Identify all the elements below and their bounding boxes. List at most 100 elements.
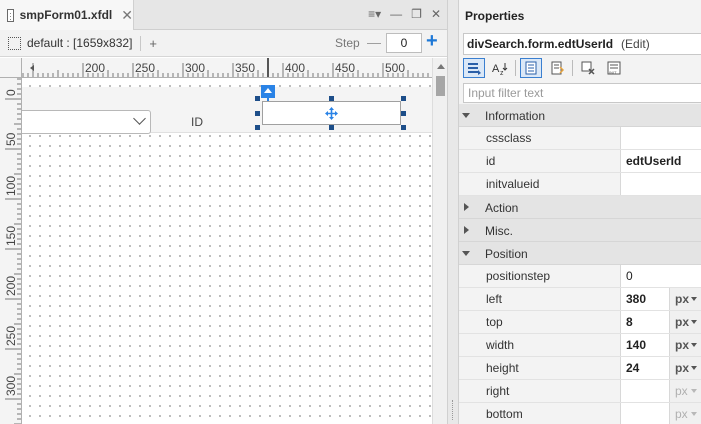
selected-object-box: divSearch.form.edtUserId (Edit) bbox=[463, 33, 701, 55]
ruler-label: 200 bbox=[4, 276, 18, 296]
ruler-label: 50 bbox=[4, 132, 18, 146]
ruler-label: 150 bbox=[4, 226, 18, 246]
property-row-top[interactable]: top 8 px bbox=[459, 311, 701, 334]
properties-panel: Properties divSearch.form.edtUserId (Edi… bbox=[459, 0, 701, 424]
combo-component[interactable] bbox=[22, 110, 151, 134]
property-value-text: 24 bbox=[626, 361, 640, 375]
property-value-text: 140 bbox=[626, 338, 647, 352]
property-row-height[interactable]: height 24 px bbox=[459, 357, 701, 380]
events-icon[interactable] bbox=[546, 58, 568, 78]
minimize-icon[interactable]: — bbox=[390, 7, 402, 21]
property-row-positionstep[interactable]: positionstep 0 bbox=[459, 265, 701, 288]
resize-handle-top[interactable] bbox=[329, 96, 334, 101]
property-filter-input[interactable]: Input filter text bbox=[463, 83, 701, 103]
init-values-icon[interactable]: INIT bbox=[603, 58, 625, 78]
add-layout-button[interactable]: + bbox=[149, 36, 157, 51]
resize-handle-bottom-right[interactable] bbox=[401, 125, 406, 130]
layout-selector[interactable]: default : [1659x832] bbox=[27, 36, 132, 50]
property-row-right[interactable]: right px bbox=[459, 380, 701, 403]
property-name: positionstep bbox=[459, 265, 621, 287]
category-information[interactable]: Information bbox=[459, 104, 701, 127]
panel-splitter[interactable] bbox=[447, 0, 459, 424]
category-action[interactable]: Action bbox=[459, 196, 701, 219]
scroll-up-icon[interactable] bbox=[437, 64, 445, 69]
categorized-view-icon[interactable] bbox=[463, 58, 485, 78]
property-name: cssclass bbox=[459, 127, 621, 149]
property-value-height[interactable]: 24 px bbox=[621, 357, 701, 379]
anchor-handle-icon[interactable] bbox=[261, 85, 275, 98]
close-icon[interactable]: ✕ bbox=[121, 8, 133, 22]
tab-list-icon[interactable]: ≡▾ bbox=[368, 7, 381, 21]
property-name: left bbox=[459, 288, 621, 310]
property-row-left[interactable]: left 380 px bbox=[459, 288, 701, 311]
selected-object-mode: (Edit) bbox=[621, 37, 650, 51]
unit-select[interactable]: px bbox=[669, 357, 701, 379]
property-name: height bbox=[459, 357, 621, 379]
toolbar-divider bbox=[140, 35, 142, 51]
property-value-text: 8 bbox=[626, 315, 633, 329]
property-row-width[interactable]: width 140 px bbox=[459, 334, 701, 357]
svg-text:A: A bbox=[492, 63, 500, 75]
property-name: initvalueid bbox=[459, 173, 621, 195]
property-value-left[interactable]: 380 px bbox=[621, 288, 701, 310]
resize-handle-bottom-left[interactable] bbox=[255, 125, 260, 130]
property-row-initvalueid[interactable]: initvalueid bbox=[459, 173, 701, 196]
property-value-bottom[interactable]: px bbox=[621, 403, 701, 424]
step-decrease-button[interactable]: — bbox=[367, 34, 381, 50]
property-grid: Information cssclass id edtUserId initva… bbox=[459, 104, 701, 424]
move-icon[interactable] bbox=[325, 107, 338, 120]
expand-arrow-icon[interactable] bbox=[462, 251, 470, 256]
resize-handle-top-right[interactable] bbox=[401, 96, 406, 101]
svg-text:INIT: INIT bbox=[609, 70, 617, 75]
svg-text:z: z bbox=[500, 70, 504, 75]
property-value-initvalueid[interactable] bbox=[621, 173, 701, 195]
collapse-arrow-icon[interactable] bbox=[464, 203, 469, 211]
anchor-connector bbox=[267, 98, 269, 101]
alphabetical-sort-icon[interactable]: Az bbox=[489, 58, 511, 78]
id-static-label[interactable]: ID bbox=[191, 115, 203, 129]
chevron-down-icon[interactable] bbox=[133, 112, 146, 125]
properties-title: Properties bbox=[465, 9, 525, 23]
canvas-scrollbar[interactable] bbox=[432, 58, 447, 424]
unit-select: px bbox=[669, 403, 701, 424]
step-label: Step bbox=[335, 36, 360, 50]
property-pages-icon[interactable] bbox=[520, 58, 542, 78]
vertical-ruler: 0 50 100 150 200 250 300 bbox=[0, 78, 22, 424]
unit-select[interactable]: px bbox=[669, 311, 701, 333]
unit-select[interactable]: px bbox=[669, 288, 701, 310]
resize-handle-left[interactable] bbox=[255, 111, 260, 116]
property-value-right[interactable]: px bbox=[621, 380, 701, 402]
unit-select: px bbox=[669, 380, 701, 402]
restore-icon[interactable]: ❐ bbox=[411, 7, 422, 21]
clear-filter-icon[interactable] bbox=[577, 58, 599, 78]
document-icon bbox=[7, 8, 14, 22]
ruler-label: 0 bbox=[4, 89, 18, 96]
step-input[interactable]: 0 bbox=[386, 33, 422, 53]
document-tab[interactable]: smpForm01.xfdl ✕ bbox=[0, 0, 134, 30]
step-increase-button[interactable]: + bbox=[426, 30, 438, 53]
property-value-width[interactable]: 140 px bbox=[621, 334, 701, 356]
property-value-cssclass[interactable] bbox=[621, 127, 701, 149]
ruler-label: 100 bbox=[4, 176, 18, 196]
ruler-label: 450 bbox=[335, 61, 355, 75]
property-row-bottom[interactable]: bottom px bbox=[459, 403, 701, 424]
property-row-id[interactable]: id edtUserId bbox=[459, 150, 701, 173]
property-row-cssclass[interactable]: cssclass bbox=[459, 127, 701, 150]
unit-select[interactable]: px bbox=[669, 334, 701, 356]
ruler-label: 250 bbox=[4, 326, 18, 346]
category-position[interactable]: Position bbox=[459, 242, 701, 265]
property-value-id[interactable]: edtUserId bbox=[621, 150, 701, 172]
property-value-top[interactable]: 8 px bbox=[621, 311, 701, 333]
category-label: Misc. bbox=[485, 224, 513, 238]
collapse-arrow-icon[interactable] bbox=[464, 226, 469, 234]
resize-handle-top-left[interactable] bbox=[255, 96, 260, 101]
resize-handle-bottom[interactable] bbox=[329, 125, 334, 130]
design-canvas[interactable]: ID bbox=[22, 78, 432, 424]
ruler-label: 250 bbox=[135, 61, 155, 75]
scrollbar-thumb[interactable] bbox=[436, 76, 445, 96]
close-window-icon[interactable]: ✕ bbox=[431, 7, 441, 21]
resize-handle-right[interactable] bbox=[401, 111, 406, 116]
category-misc[interactable]: Misc. bbox=[459, 219, 701, 242]
property-value-positionstep[interactable]: 0 bbox=[621, 265, 701, 287]
expand-arrow-icon[interactable] bbox=[462, 113, 470, 118]
